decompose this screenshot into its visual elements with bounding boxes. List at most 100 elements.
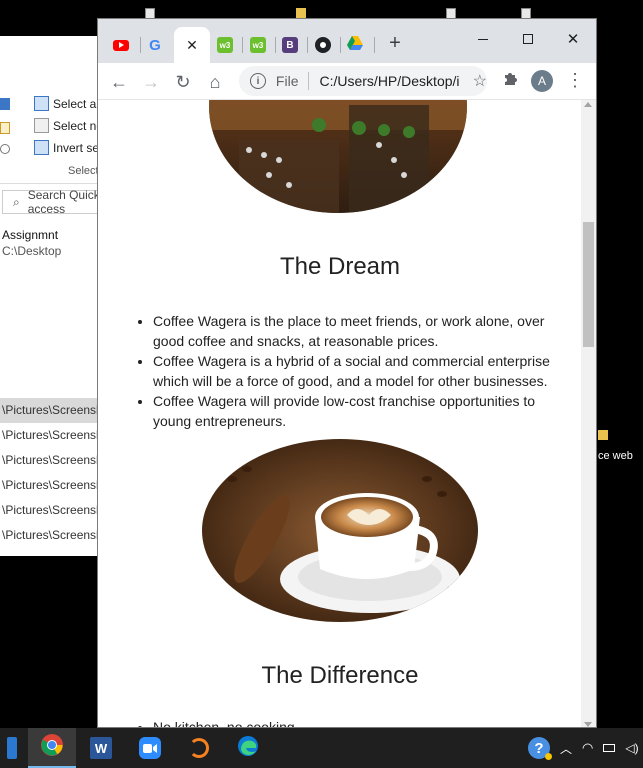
quick-access-item-name[interactable]: Assignmnt [2, 228, 58, 242]
youtube-icon [113, 39, 129, 51]
ribbon-history-icon[interactable] [0, 144, 10, 154]
search-icon: ⌕ [13, 194, 20, 209]
ribbon-dropdown-icon[interactable] [0, 98, 10, 110]
minimize-icon [478, 38, 488, 40]
address-url[interactable]: C:/Users/HP/Desktop/index.html [319, 73, 458, 89]
reload-button[interactable]: ↻ [170, 69, 196, 95]
eclipse-icon [189, 738, 209, 758]
invert-selection-icon [34, 140, 49, 155]
profile-avatar[interactable]: A [531, 70, 553, 92]
invert-selection-label: Invert selection [53, 140, 98, 155]
tab-github[interactable] [306, 27, 340, 63]
file-row[interactable]: \Pictures\Screenshots [0, 523, 98, 548]
file-row[interactable]: \Pictures\Screenshots [0, 498, 98, 523]
maximize-button[interactable] [505, 25, 551, 53]
file-explorer-window: Select all Select none Invert selection … [0, 36, 98, 556]
taskbar-eclipse[interactable] [175, 728, 223, 768]
address-bar[interactable]: i File C:/Users/HP/Desktop/index.html ☆ [239, 66, 487, 96]
taskbar-chrome[interactable] [28, 728, 76, 768]
tab-w3schools[interactable]: w3 [241, 27, 275, 63]
home-icon: ⌂ [209, 71, 221, 92]
file-row[interactable]: \Pictures\Screenshots [0, 423, 98, 448]
home-button[interactable]: ⌂ [202, 69, 228, 95]
select-none-icon [34, 118, 49, 133]
coffee-cup-image [202, 439, 478, 622]
browser-toolbar: ← → ↻ ⌂ i File C:/Users/HP/Desktop/index… [98, 63, 596, 100]
chevron-up-icon[interactable]: ︿ [560, 740, 572, 757]
desktop-folder-icon[interactable] [598, 430, 608, 440]
close-window-button[interactable]: ✕ [550, 25, 596, 53]
tab-google[interactable]: G [138, 27, 172, 63]
tab-google-drive[interactable] [338, 27, 372, 63]
battery-icon[interactable] [603, 744, 616, 752]
select-none-label: Select none [53, 118, 98, 133]
google-drive-icon [347, 35, 363, 55]
explorer-ribbon: Select all Select none Invert selection … [0, 36, 98, 184]
taskbar-word[interactable]: W [77, 728, 125, 768]
notification-dot-icon [545, 753, 552, 760]
bootstrap-icon: B [282, 37, 298, 53]
list-item: Coffee Wagera is a hybrid of a social an… [153, 351, 563, 391]
scroll-down-arrow-icon[interactable] [584, 722, 592, 727]
scroll-up-arrow-icon[interactable] [584, 102, 592, 107]
maximize-icon [523, 34, 533, 44]
difference-heading: The Difference [261, 662, 419, 689]
list-item: No kitchen, no cooking [153, 717, 563, 727]
edge-icon [237, 735, 259, 762]
close-icon[interactable]: ✕ [186, 37, 198, 54]
system-tray: ? ︿ ◠ ◁) [528, 728, 639, 768]
bookmark-star-icon[interactable]: ☆ [473, 71, 487, 91]
file-row[interactable]: \Pictures\Screenshots [0, 398, 98, 423]
kebab-menu-icon[interactable]: ⋮ [566, 70, 584, 90]
back-arrow-icon: ← [110, 71, 128, 92]
select-none-button[interactable]: Select none [34, 118, 98, 133]
desktop-item-label[interactable]: ce web [598, 450, 633, 462]
quick-access-item-path: C:\Desktop [2, 244, 62, 258]
select-all-button[interactable]: Select all [34, 96, 98, 111]
tab-separator [374, 37, 375, 53]
scrollbar-thumb[interactable] [583, 222, 594, 347]
tab-active[interactable]: ✕ [174, 27, 210, 63]
chrome-icon [40, 733, 64, 762]
w3schools-icon: w3 [250, 37, 266, 53]
invert-selection-button[interactable]: Invert selection [34, 140, 98, 155]
tab-w3schools[interactable]: w3 [208, 27, 242, 63]
zoom-icon [139, 737, 161, 759]
reload-icon: ↻ [175, 71, 191, 92]
new-tab-button[interactable]: + [384, 33, 406, 53]
restaurant-image [209, 100, 467, 213]
list-item: Coffee Wagera will provide low-cost fran… [153, 391, 563, 431]
wifi-icon[interactable]: ◠ [582, 740, 593, 756]
ribbon-edit-icon[interactable] [0, 122, 10, 134]
site-info-icon[interactable]: i [250, 73, 266, 89]
page-viewport: The Dream Coffee Wagera is the place to … [98, 100, 582, 727]
minimize-button[interactable] [460, 25, 506, 53]
volume-icon[interactable]: ◁) [625, 741, 638, 755]
tab-bootstrap[interactable]: B [273, 27, 307, 63]
browser-window: G ✕ w3 w3 B + ✕ ← → ↻ ⌂ i File C:/Users/… [97, 18, 597, 728]
help-icon[interactable]: ? [528, 737, 552, 760]
taskbar-zoom[interactable] [126, 728, 174, 768]
forward-button[interactable]: → [138, 69, 164, 95]
file-row[interactable]: \Pictures\Screenshots [0, 473, 98, 498]
list-item: Coffee Wagera is the place to meet frien… [153, 311, 563, 351]
google-icon: G [149, 36, 161, 54]
ribbon-group-label: Select [68, 165, 98, 177]
difference-list: No kitchen, no cooking [153, 717, 563, 727]
visual-studio-icon [7, 737, 17, 759]
extensions-puzzle-icon[interactable] [502, 71, 518, 92]
dream-list: Coffee Wagera is the place to meet frien… [153, 311, 563, 431]
address-divider [308, 72, 310, 90]
explorer-search-input[interactable]: ⌕ Search Quick access [2, 188, 98, 216]
tab-youtube[interactable] [104, 27, 138, 63]
search-placeholder: Search Quick access [27, 188, 98, 216]
vertical-scrollbar[interactable] [581, 100, 596, 727]
select-all-icon [34, 96, 49, 111]
desktop-folder-icon[interactable] [296, 8, 306, 18]
dream-heading: The Dream [279, 253, 401, 280]
back-button[interactable]: ← [106, 69, 132, 95]
taskbar-edge[interactable] [224, 728, 272, 768]
file-row[interactable]: \Pictures\Screenshots [0, 448, 98, 473]
w3schools-icon: w3 [217, 37, 233, 53]
select-all-label: Select all [53, 96, 98, 111]
